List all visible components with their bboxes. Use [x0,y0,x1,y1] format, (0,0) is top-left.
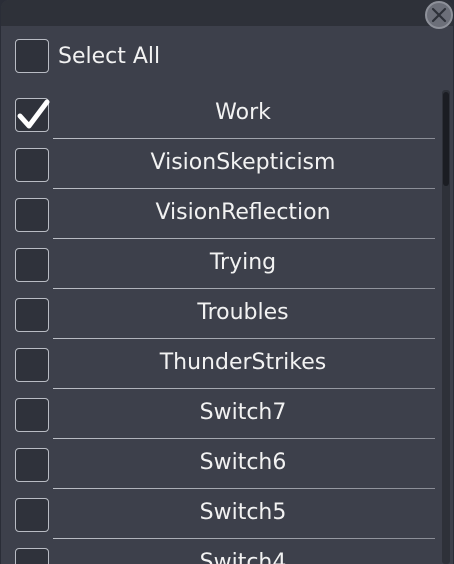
item-checkbox[interactable] [15,198,49,232]
item-label: Troubles [197,300,289,325]
list-item[interactable]: Troubles [1,289,441,339]
item-label: Switch4 [199,550,287,564]
list-item[interactable]: Trying [1,239,441,289]
item-checkbox[interactable] [15,448,49,482]
item-label: ThunderStrikes [159,350,327,375]
scrollbar-thumb[interactable] [443,92,449,186]
item-checkbox[interactable] [15,498,49,532]
item-checkbox[interactable] [15,98,50,132]
close-icon [431,7,447,23]
title-bar[interactable] [1,0,453,26]
close-button[interactable] [425,1,453,29]
list-item[interactable]: Switch6 [1,439,441,489]
item-checkbox[interactable] [15,548,49,564]
list-item[interactable]: ThunderStrikes [1,339,441,389]
item-label: Switch5 [199,500,287,525]
select-all-checkbox[interactable] [15,39,49,73]
list-item[interactable]: VisionSkepticism [1,139,441,189]
item-label: Trying [209,250,277,275]
item-label: Work [215,100,271,125]
item-label: VisionReflection [155,200,331,225]
list-item[interactable]: Switch5 [1,489,441,539]
item-checkbox[interactable] [15,298,49,332]
item-label: Switch7 [199,400,287,425]
list-item[interactable]: Work [1,89,441,139]
list-item[interactable]: Switch7 [1,389,441,439]
item-checkbox[interactable] [15,148,49,182]
select-all-label: Select All [58,44,161,69]
list-item[interactable]: VisionReflection [1,189,441,239]
list-item[interactable]: Switch4 [1,539,441,564]
item-checkbox[interactable] [15,398,49,432]
item-label: Switch6 [199,450,287,475]
item-label: VisionSkepticism [150,150,336,175]
item-checkbox[interactable] [15,348,49,382]
filter-panel: Select All Work VisionSkepticism VisionRef… [1,0,453,564]
item-checkbox[interactable] [15,248,49,282]
scrollbar[interactable] [442,90,450,564]
